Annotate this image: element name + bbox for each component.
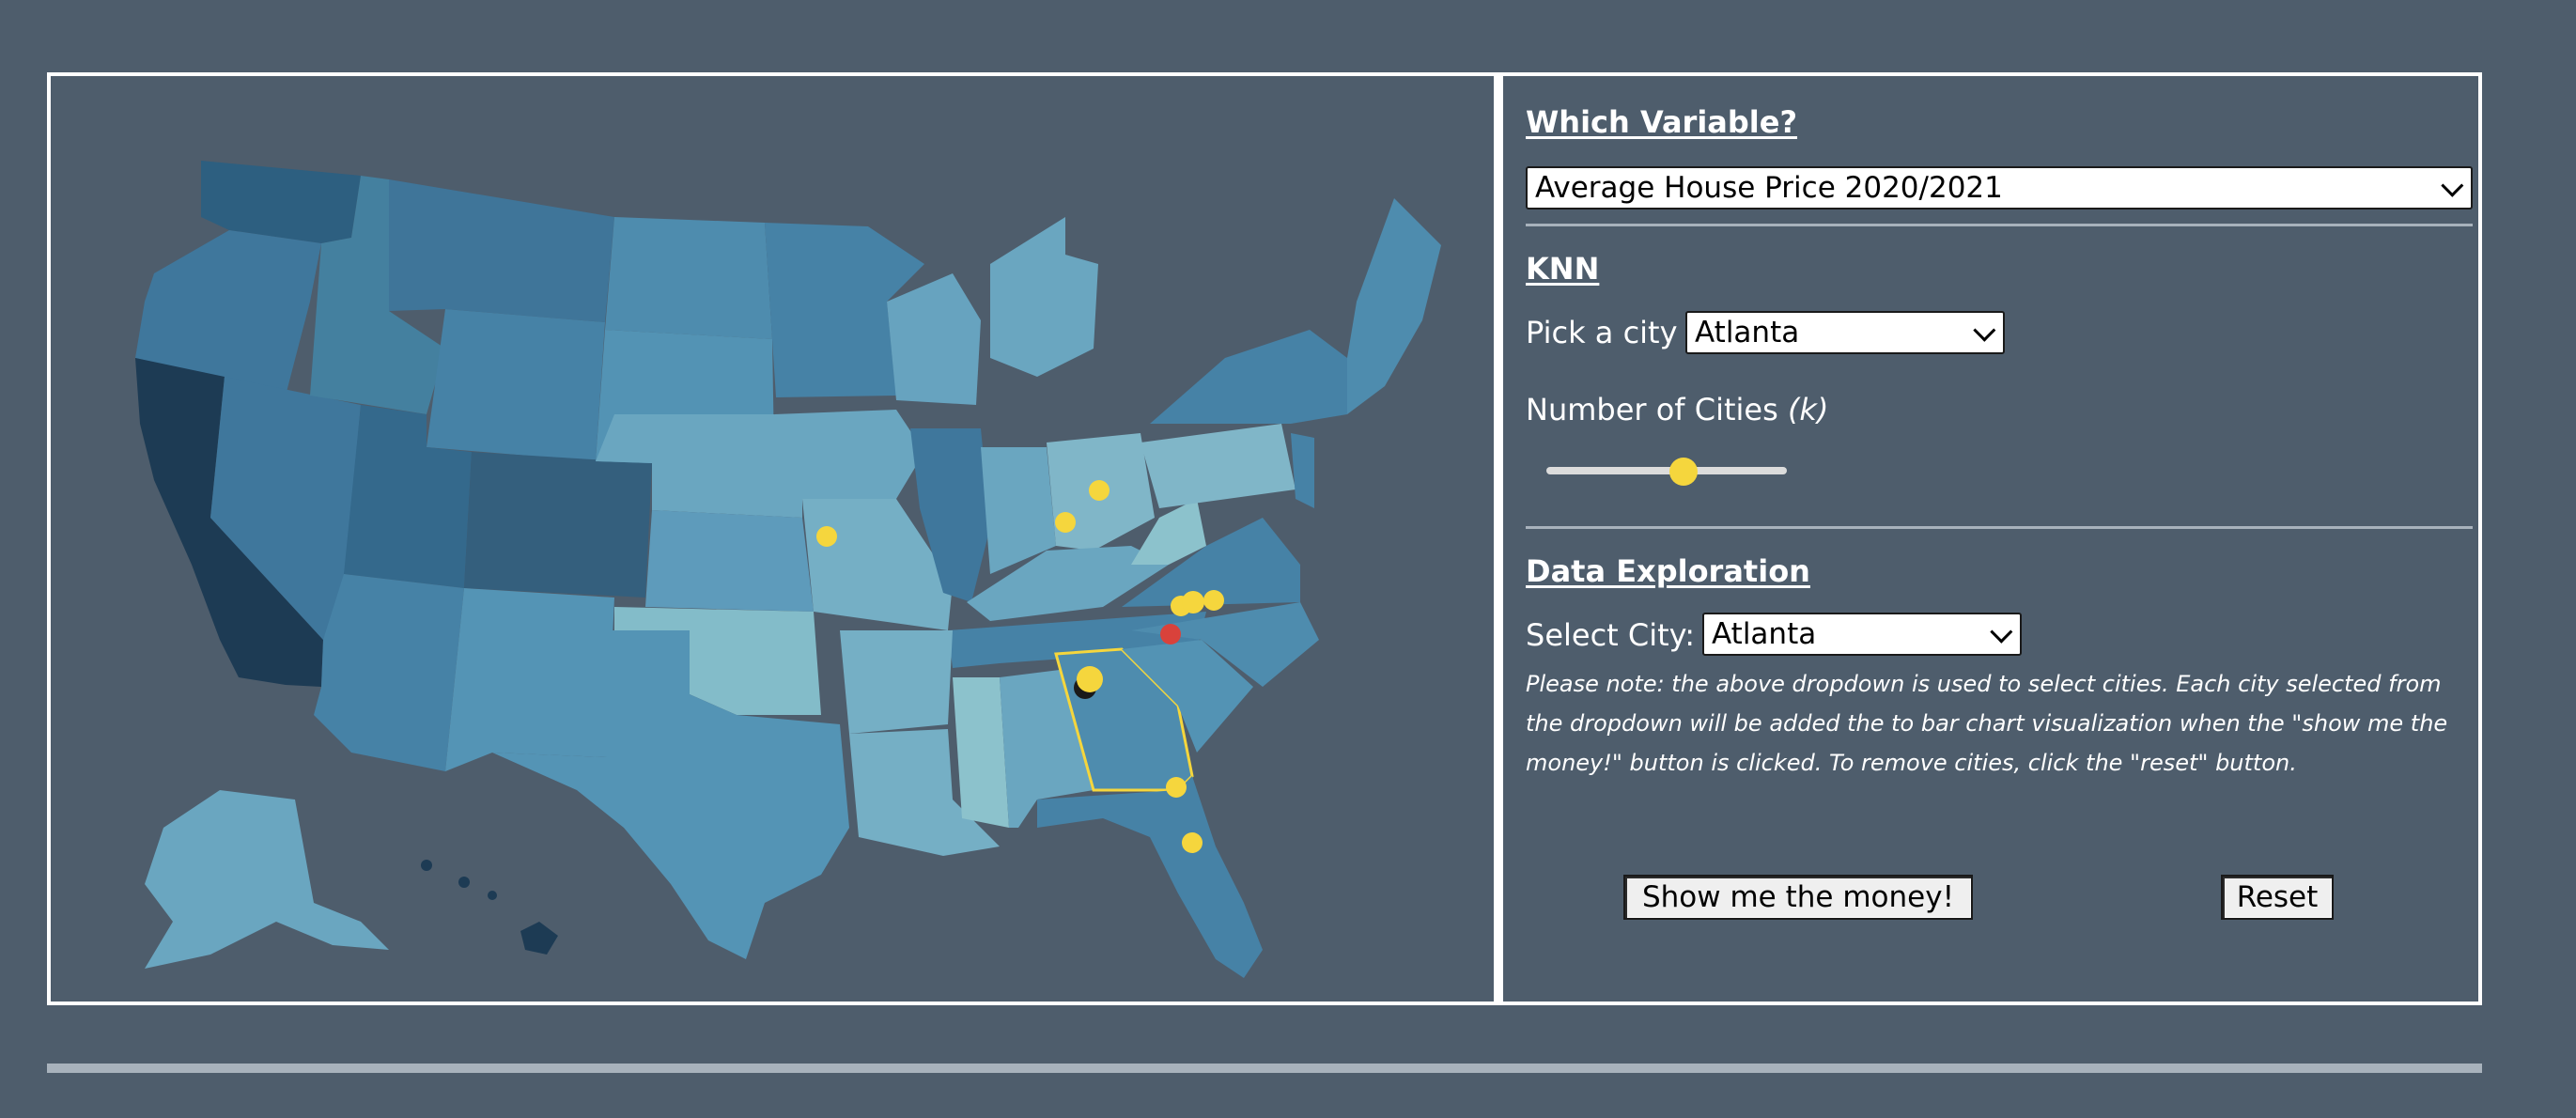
us-choropleth-map[interactable] <box>51 76 1494 1002</box>
state-arkansas[interactable] <box>840 630 953 734</box>
state-michigan[interactable] <box>990 217 1098 377</box>
state-new-mexico[interactable] <box>445 588 614 771</box>
pick-city-label: Pick a city <box>1526 315 1678 350</box>
chevron-down-icon <box>2441 174 2464 197</box>
exploration-note: Please note: the above dropdown is used … <box>1526 671 2448 776</box>
state-wyoming[interactable] <box>427 309 605 461</box>
knn-city-select-value: Atlanta <box>1695 316 1800 349</box>
show-me-the-money-button[interactable]: Show me the money! <box>1623 875 1973 920</box>
control-panel: Which Variable? Average House Price 2020… <box>1497 72 2482 1005</box>
knn-city-select[interactable]: Atlanta <box>1685 311 2005 354</box>
chevron-down-icon <box>1973 318 1996 342</box>
section-divider <box>1526 224 2473 226</box>
variable-select[interactable]: Average House Price 2020/2021 <box>1526 166 2473 210</box>
outlier-city-marker[interactable] <box>1160 624 1181 644</box>
k-symbol: (k) <box>1787 392 1829 427</box>
variable-select-value: Average House Price 2020/2021 <box>1535 171 2003 205</box>
hawaii-island-small-3 <box>488 891 497 900</box>
state-new-england[interactable] <box>1347 198 1441 414</box>
choropleth-map-panel[interactable] <box>47 72 1497 1005</box>
state-kansas[interactable] <box>645 510 814 612</box>
k-slider-track[interactable] <box>1546 467 1787 474</box>
state-arizona[interactable] <box>314 574 464 771</box>
exploration-city-select-value: Atlanta <box>1712 617 1817 651</box>
neighbor-city-marker[interactable] <box>1182 832 1203 853</box>
neighbor-city-marker[interactable] <box>1182 591 1204 613</box>
neighbor-city-marker[interactable] <box>1166 777 1187 798</box>
state-new-jersey[interactable] <box>1291 433 1314 508</box>
state-alaska[interactable] <box>145 790 389 969</box>
exploration-city-select[interactable]: Atlanta <box>1702 613 2022 656</box>
hawaii-island-small-1 <box>421 860 432 871</box>
state-washington[interactable] <box>201 161 361 243</box>
section-divider <box>1526 526 2473 529</box>
k-slider-thumb[interactable] <box>1668 458 1698 486</box>
reset-button[interactable]: Reset <box>2221 875 2334 920</box>
state-pennsylvania[interactable] <box>1141 424 1296 508</box>
neighbor-city-marker[interactable] <box>1203 590 1224 611</box>
neighbor-city-marker[interactable] <box>816 526 837 547</box>
state-colorado[interactable] <box>464 452 652 598</box>
exploration-heading: Data Exploration <box>1526 553 1810 589</box>
k-label-text: Number of Cities <box>1526 392 1778 427</box>
hawaii-island-small-2 <box>458 877 470 888</box>
selected-city-marker-atlanta[interactable] <box>1077 666 1103 692</box>
neighbor-city-marker[interactable] <box>1055 512 1076 533</box>
select-city-label: Select City: <box>1526 617 1696 653</box>
chevron-down-icon <box>1990 620 2013 644</box>
state-hawaii[interactable] <box>520 922 558 955</box>
state-new-york[interactable] <box>1150 330 1347 424</box>
neighbor-city-marker[interactable] <box>1089 480 1110 501</box>
knn-heading: KNN <box>1526 251 1600 287</box>
state-florida[interactable] <box>1037 776 1263 978</box>
k-label: Number of Cities (k) <box>1526 392 1828 427</box>
variable-heading: Which Variable? <box>1526 104 1798 140</box>
state-wisconsin[interactable] <box>887 273 981 405</box>
state-montana[interactable] <box>389 179 614 322</box>
bottom-divider <box>47 1064 2482 1073</box>
state-mississippi[interactable] <box>953 677 1009 828</box>
state-north-dakota[interactable] <box>605 217 772 339</box>
